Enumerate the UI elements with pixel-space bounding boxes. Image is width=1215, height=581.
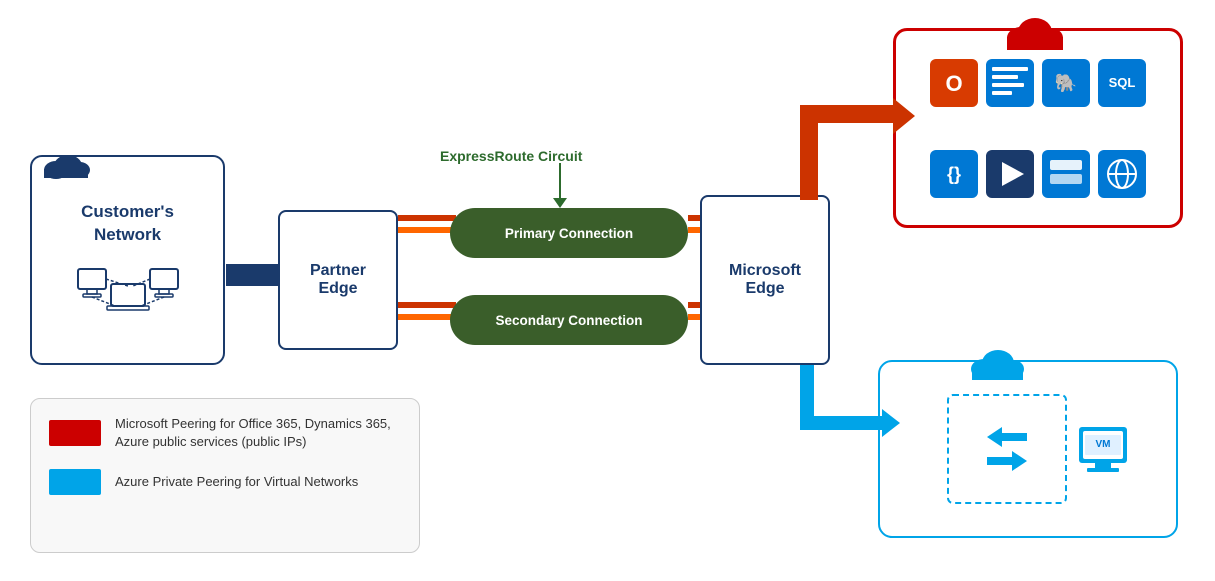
legend-box: Microsoft Peering for Office 365, Dynami…: [30, 398, 420, 553]
expressroute-arrow: [553, 163, 567, 208]
legend-color-blue: [49, 469, 101, 495]
azure-private-cloud-icon: [970, 343, 1025, 381]
legend-item-blue: Azure Private Peering for Virtual Networ…: [49, 469, 401, 495]
svg-text:SQL: SQL: [1109, 75, 1136, 90]
expressroute-label: ExpressRoute Circuit: [440, 148, 582, 164]
blue-horizontal-right: [800, 416, 888, 430]
globe-icon: [1098, 150, 1146, 198]
svg-text:VM: VM: [1096, 439, 1111, 450]
customer-network-box: Customer's Network: [30, 155, 225, 365]
legend-item-red: Microsoft Peering for Office 365, Dynami…: [49, 415, 401, 451]
media-icon: [986, 150, 1034, 198]
customer-cloud-icon: [42, 148, 90, 180]
vnet-arrows-icon: [987, 427, 1027, 471]
vnet-inner-box: [947, 394, 1067, 504]
azure-private-box: VM: [878, 360, 1178, 538]
office365-icon: O: [930, 59, 978, 107]
orange-line-left-primary-bottom: [398, 227, 456, 233]
diagram-container: Customer's Network: [0, 0, 1215, 581]
vm-icon: VM: [1077, 425, 1129, 473]
sql-icon: SQL: [1098, 59, 1146, 107]
secondary-connection-pill: Secondary Connection: [450, 295, 688, 345]
secondary-connection-label: Secondary Connection: [495, 313, 642, 328]
analytics-icon: [986, 59, 1034, 107]
hadoop-icon: 🐘: [1042, 59, 1090, 107]
network-computers-icon: [73, 254, 183, 319]
partner-edge-label: Partner Edge: [310, 262, 366, 298]
legend-color-red: [49, 420, 101, 446]
orange-horizontal-right: [800, 105, 900, 123]
orange-line-left-secondary-top: [398, 302, 456, 308]
storage-icon: [1042, 150, 1090, 198]
orange-line-left-secondary-bottom: [398, 314, 456, 320]
microsoft-edge-box: Microsoft Edge: [700, 195, 830, 365]
partner-edge-box: Partner Edge: [278, 210, 398, 350]
svg-text:🐘: 🐘: [1055, 73, 1077, 93]
primary-connection-pill: Primary Connection: [450, 208, 688, 258]
ms-services-box: O 🐘 SQL {}: [893, 28, 1183, 228]
svg-text:{}: {}: [947, 164, 961, 184]
orange-line-left-primary-top: [398, 215, 456, 221]
arrow-head-ms-services: [893, 98, 915, 134]
legend-text-red: Microsoft Peering for Office 365, Dynami…: [115, 415, 401, 451]
customer-network-label: Customer's Network: [81, 201, 174, 245]
arrow-head-azure-private: [882, 409, 900, 437]
api-icon: {}: [930, 150, 978, 198]
svg-text:O: O: [945, 71, 962, 96]
primary-connection-label: Primary Connection: [505, 226, 633, 241]
customer-partner-connector: [226, 264, 278, 286]
microsoft-edge-label: Microsoft Edge: [729, 262, 801, 298]
ms-services-cloud-icon: [1005, 10, 1065, 52]
legend-text-blue: Azure Private Peering for Virtual Networ…: [115, 473, 358, 491]
vm-icon-group: VM: [1077, 425, 1129, 473]
